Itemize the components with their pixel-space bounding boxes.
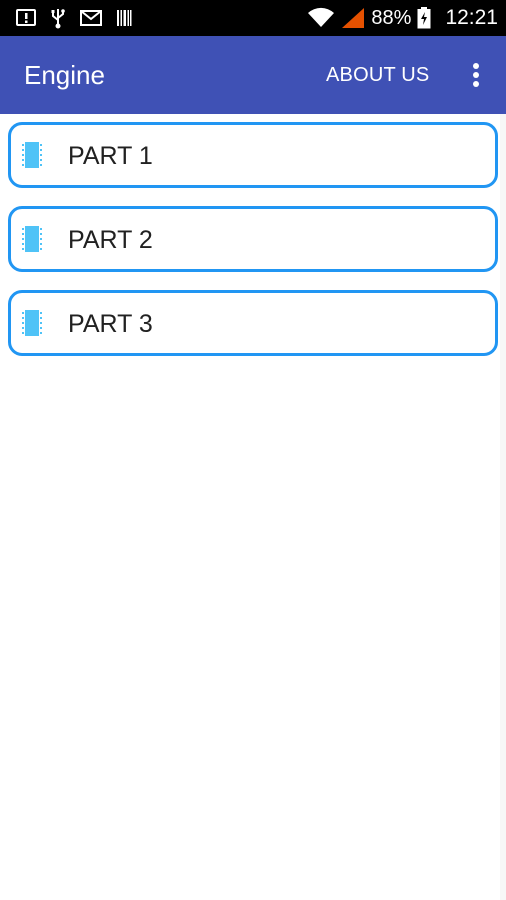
part-item[interactable]: PART 2	[8, 206, 498, 272]
parts-list: PART 1 PART 2 PART 3	[8, 122, 498, 374]
part-label: PART 2	[68, 226, 153, 254]
mail-icon	[80, 10, 102, 26]
battery-icon	[417, 7, 431, 29]
more-vert-icon[interactable]	[458, 36, 494, 114]
usb-icon	[50, 7, 66, 29]
part-label: PART 3	[68, 310, 153, 338]
chip-icon	[21, 225, 43, 253]
system-status: 88% 12:21	[307, 6, 498, 30]
battery-percent: 88%	[371, 7, 412, 29]
clock: 12:21	[445, 6, 498, 29]
status-bar: 88% 12:21	[0, 0, 506, 36]
part-item[interactable]: PART 1	[8, 122, 498, 188]
barcode-icon	[116, 9, 132, 27]
signal-icon	[341, 7, 365, 29]
about-us-button[interactable]: ABOUT US	[318, 36, 437, 114]
chip-icon	[21, 141, 43, 169]
wifi-icon	[307, 7, 335, 29]
screen-edge	[500, 114, 506, 900]
notification-icons	[16, 7, 132, 29]
chip-icon	[21, 309, 43, 337]
app-title: Engine	[24, 60, 105, 90]
part-label: PART 1	[68, 142, 153, 170]
part-item[interactable]: PART 3	[8, 290, 498, 356]
app-bar: Engine ABOUT US	[0, 36, 506, 114]
alert-icon	[16, 8, 36, 28]
